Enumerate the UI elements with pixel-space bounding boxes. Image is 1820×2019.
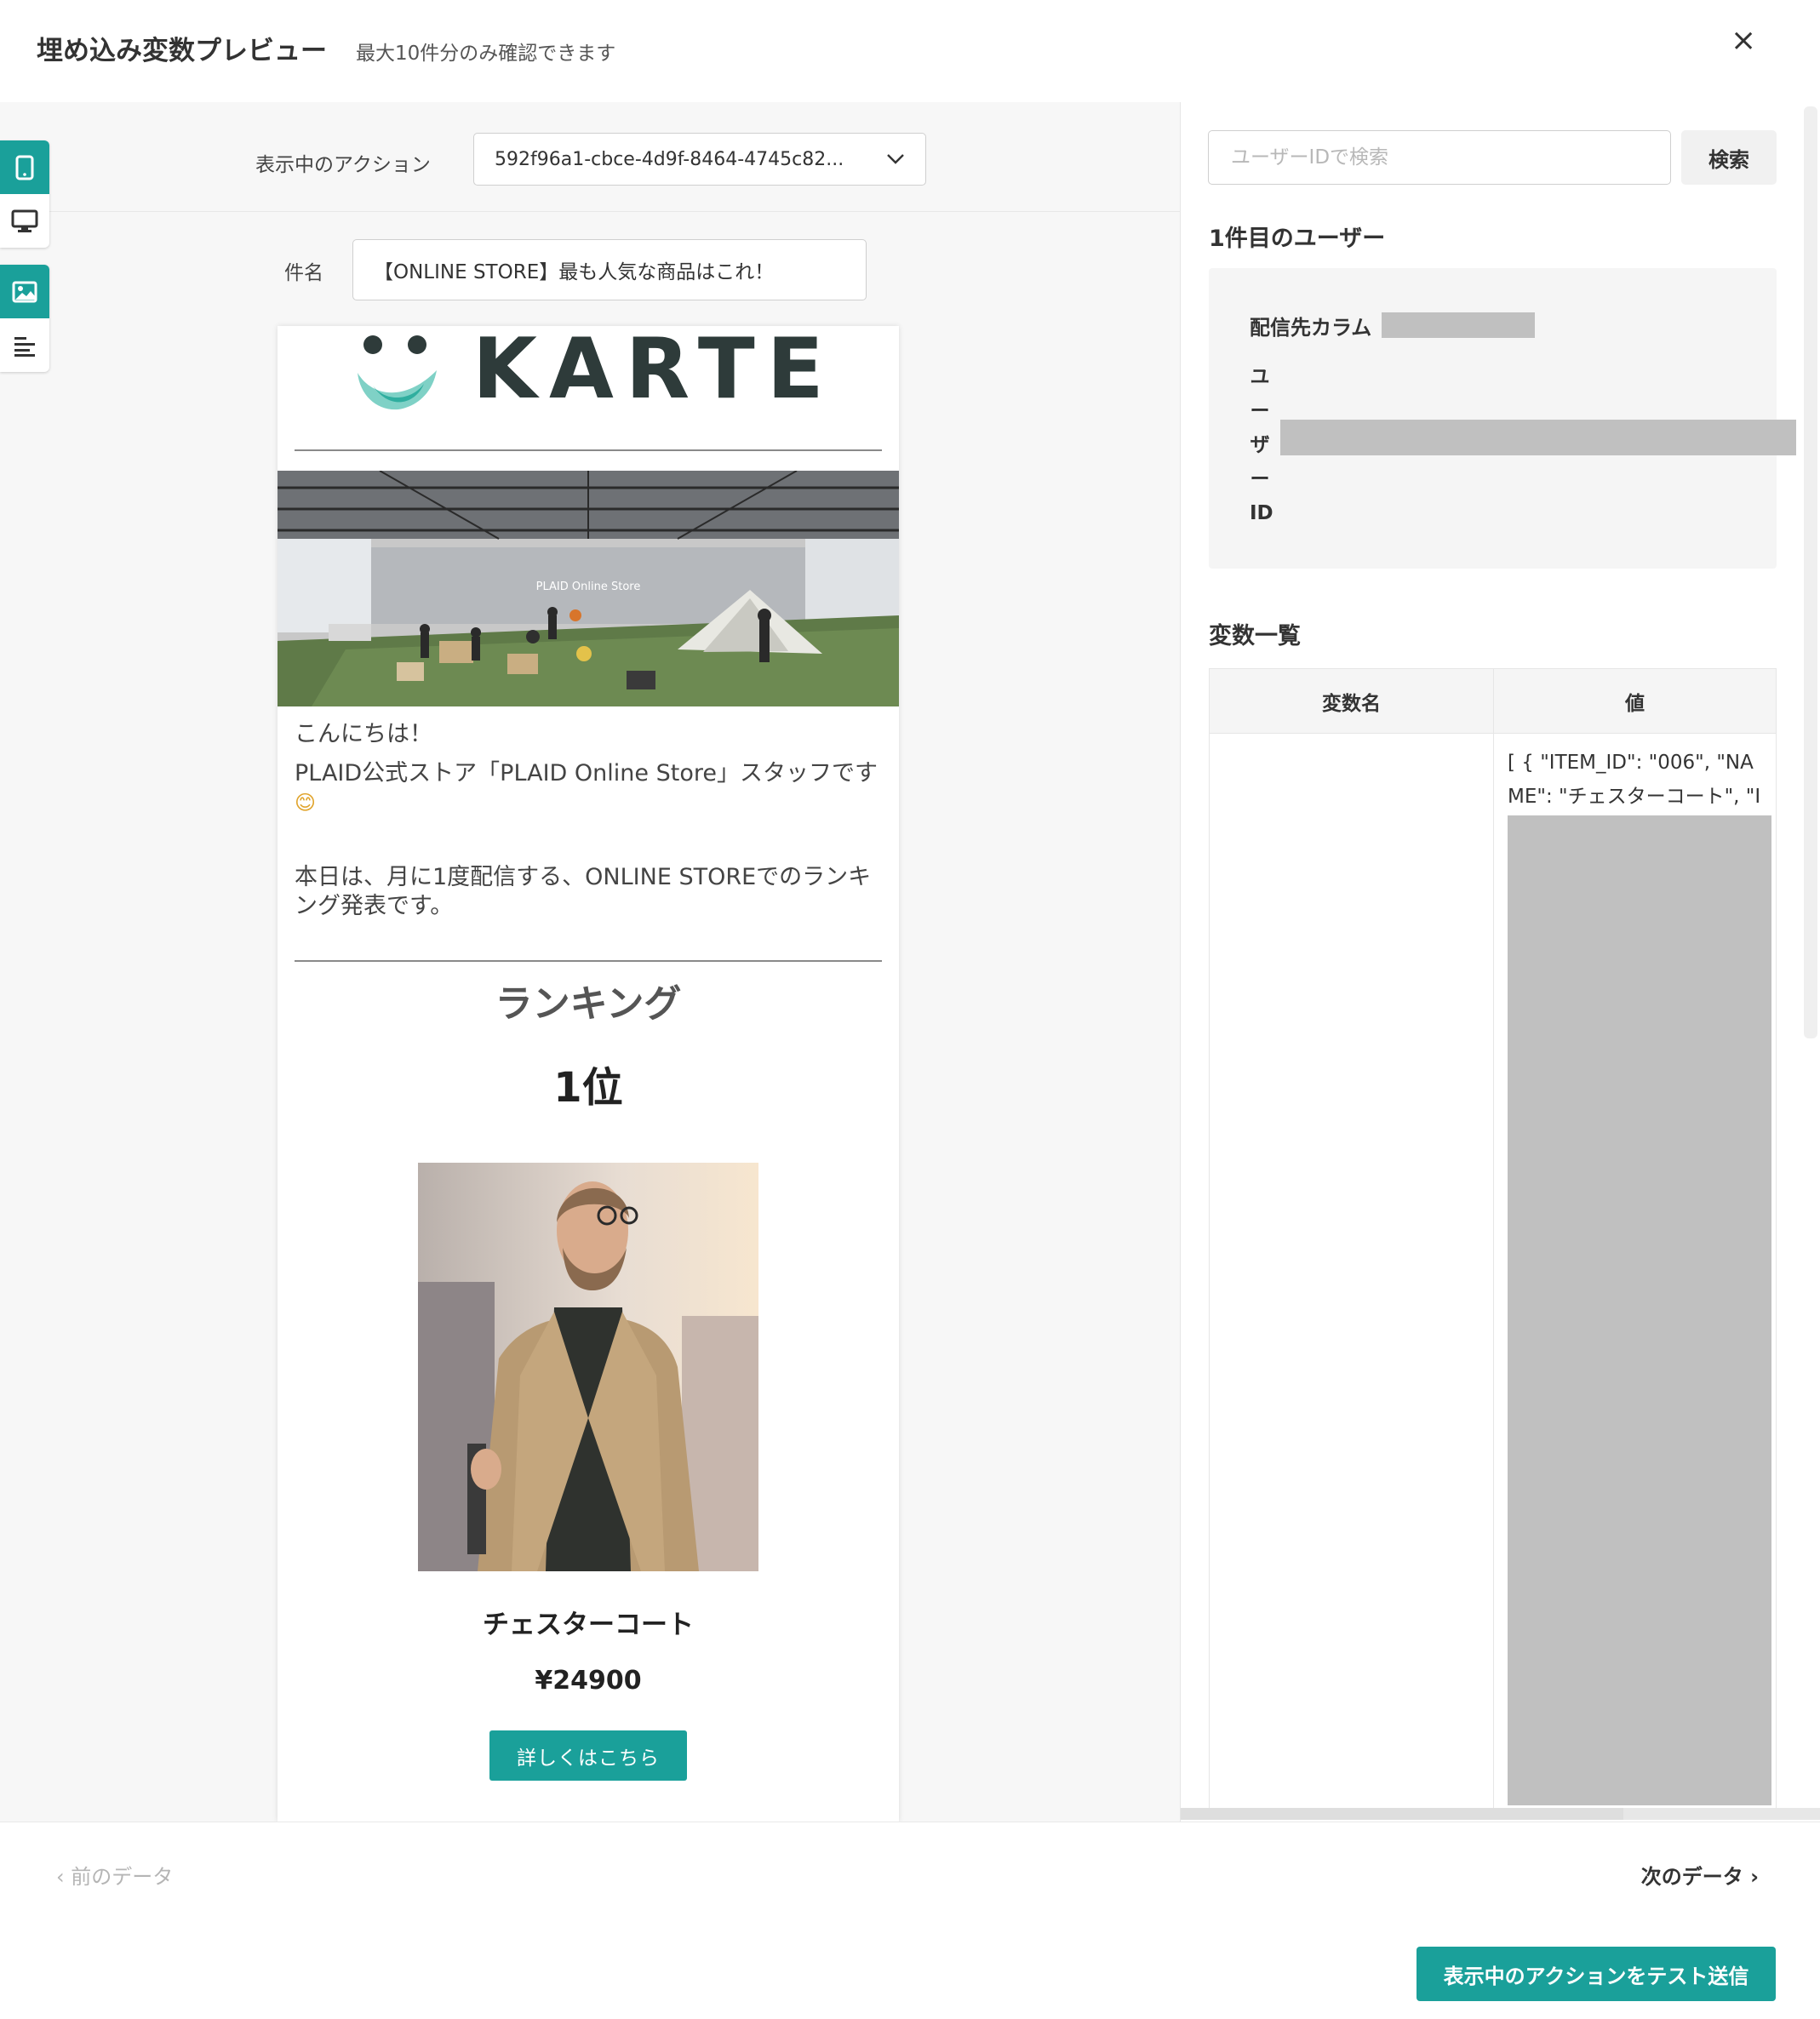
chevron-left-icon: ‹ [56, 1865, 72, 1889]
office-banner-image: PLAID Online Store [278, 471, 899, 706]
mobile-icon [15, 155, 34, 180]
horizontal-scrollbar[interactable] [1181, 1808, 1820, 1820]
user-heading: 1件目のユーザー [1209, 226, 1386, 252]
preview-area: 表示中のアクション 592f96a1-cbce-4d9f-8464-4745c8… [0, 102, 1180, 1822]
action-select-value: 592f96a1-cbce-4d9f-8464-4745c82... [495, 148, 844, 170]
divider [295, 960, 882, 962]
ranking-title: ランキング [495, 982, 682, 1026]
text-view-button[interactable] [0, 318, 49, 372]
modal-header: 埋め込み変数プレビュー 最大10件分のみ確認できます × [0, 0, 1820, 103]
greeting-line-2: PLAID公式ストア「PLAID Online Store」スタッフです [295, 760, 878, 786]
column-header-variable-name: 変数名 [1210, 669, 1494, 734]
desktop-view-button[interactable] [0, 194, 49, 248]
desktop-icon [11, 209, 38, 232]
image-icon [12, 281, 37, 302]
mobile-view-button[interactable] [0, 140, 49, 194]
horizontal-scrollbar-thumb[interactable] [1181, 1808, 1623, 1820]
search-button[interactable]: 検索 [1681, 130, 1777, 185]
variables-table: 変数名 値 [ { "ITEM_ID": "006", "NAME": "チェス… [1209, 668, 1777, 1810]
view-mode-group [0, 265, 49, 372]
divider [0, 211, 1180, 212]
email-preview: KARTE PLAID Online Store こんにちは！ PLAID公式ス… [278, 326, 899, 1822]
logo-text: KARTE [472, 326, 836, 418]
subject-field: 【ONLINE STORE】最も人気な商品はこれ！ [352, 239, 867, 300]
smile-emoji-icon: 😊 [295, 791, 317, 815]
prev-data-label: 前のデータ [71, 1865, 174, 1889]
test-send-button[interactable]: 表示中のアクションをテスト送信 [1417, 1947, 1776, 2001]
text-icon [14, 336, 35, 357]
user-id-search-input[interactable] [1208, 130, 1671, 185]
detail-button[interactable]: 詳しくはこちら [489, 1730, 687, 1781]
greeting-line-1: こんにちは！ [295, 721, 432, 747]
divider [295, 449, 882, 451]
redacted-user-id [1280, 420, 1796, 455]
next-data-link[interactable]: 次のデータ › [1641, 1860, 1759, 1890]
email-body-text: こんにちは！ PLAID公式ストア「PLAID Online Store」スタッ… [295, 720, 882, 921]
chevron-right-icon: › [1743, 1865, 1759, 1889]
redacted-column-value [1382, 312, 1535, 338]
product-price: ¥24900 [535, 1666, 642, 1696]
column-header-value: 値 [1494, 669, 1776, 734]
variables-panel: 検索 1件目のユーザー 配信先カラム ユ ー ザ ー ID 変数一覧 変数名 値… [1180, 102, 1820, 1822]
image-view-button[interactable] [0, 265, 49, 318]
device-toggle-group [0, 140, 49, 248]
next-data-label: 次のデータ [1640, 1865, 1743, 1889]
modal-subtitle: 最大10件分のみ確認できます [356, 43, 616, 65]
body-text: 本日は、月に1度配信する、ONLINE STOREでのランキング発表です。 [295, 864, 872, 919]
preview-modal: 埋め込み変数プレビュー 最大10件分のみ確認できます × 表示中のアクション 5… [0, 0, 1820, 2019]
target-column-label: 配信先カラム [1250, 316, 1372, 340]
subject-label: 件名 [284, 262, 323, 284]
user-info-card: 配信先カラム ユ ー ザ ー ID [1209, 268, 1796, 569]
product-name: チェスターコート [483, 1610, 694, 1640]
banner-caption: PLAID Online Store [536, 581, 641, 593]
modal-title: 埋め込み変数プレビュー [37, 36, 327, 66]
redacted-variable-value [1508, 815, 1771, 1805]
variables-heading: 変数一覧 [1209, 623, 1301, 649]
action-label: 表示中のアクション [255, 154, 431, 176]
vertical-scrollbar[interactable] [1804, 106, 1817, 1038]
close-icon[interactable]: × [1731, 26, 1756, 56]
karte-logo-icon [358, 335, 437, 410]
subject-row: 件名 【ONLINE STORE】最も人気な商品はこれ！ [284, 239, 880, 300]
rank-label: 1位 [553, 1064, 623, 1112]
pagination-bar: ‹ 前のデータ 次のデータ › [0, 1822, 1820, 1925]
prev-data-link[interactable]: ‹ 前のデータ [56, 1860, 173, 1890]
product-image [418, 1163, 758, 1571]
user-id-label: ユ ー ザ ー ID [1250, 366, 1273, 524]
action-select[interactable]: 592f96a1-cbce-4d9f-8464-4745c82... [473, 133, 926, 186]
chevron-down-icon [886, 149, 905, 170]
modal-footer: 表示中のアクションをテスト送信 [0, 1925, 1820, 2019]
column-divider [1493, 733, 1494, 1810]
left-toolbar [0, 140, 49, 389]
karte-logo: KARTE [356, 328, 833, 420]
action-selector-row: 表示中のアクション 592f96a1-cbce-4d9f-8464-4745c8… [255, 133, 936, 187]
